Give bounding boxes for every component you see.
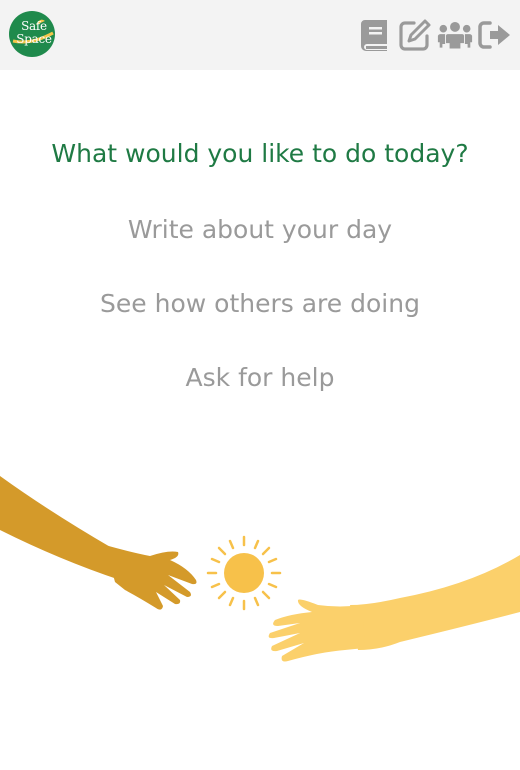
helping-hands-illustration bbox=[0, 476, 520, 662]
book-icon bbox=[361, 20, 387, 51]
main-menu: What would you like to do today? Write a… bbox=[0, 132, 520, 400]
sign-out-icon bbox=[478, 21, 510, 49]
ask-for-help-link[interactable]: Ask for help bbox=[0, 356, 520, 400]
sun-illustration bbox=[206, 535, 282, 611]
left-hand-illustration bbox=[0, 476, 197, 610]
see-others-link[interactable]: See how others are doing bbox=[0, 282, 520, 326]
logo-text-line2: Space bbox=[16, 32, 52, 46]
logo-text-line1: Safe bbox=[21, 19, 47, 33]
page-title: What would you like to do today? bbox=[51, 139, 469, 168]
safe-space-logo[interactable]: Safe Space bbox=[9, 11, 55, 57]
write-about-day-link[interactable]: Write about your day bbox=[0, 208, 520, 252]
community-button[interactable] bbox=[437, 17, 473, 53]
journal-button[interactable] bbox=[357, 17, 393, 53]
write-button[interactable] bbox=[397, 17, 433, 53]
right-hand-illustration bbox=[268, 555, 520, 662]
edit-icon bbox=[399, 19, 431, 51]
sign-out-button[interactable] bbox=[477, 17, 513, 53]
header-nav bbox=[353, 17, 513, 53]
group-icon bbox=[437, 21, 473, 49]
app-header: Safe Space bbox=[0, 0, 520, 70]
